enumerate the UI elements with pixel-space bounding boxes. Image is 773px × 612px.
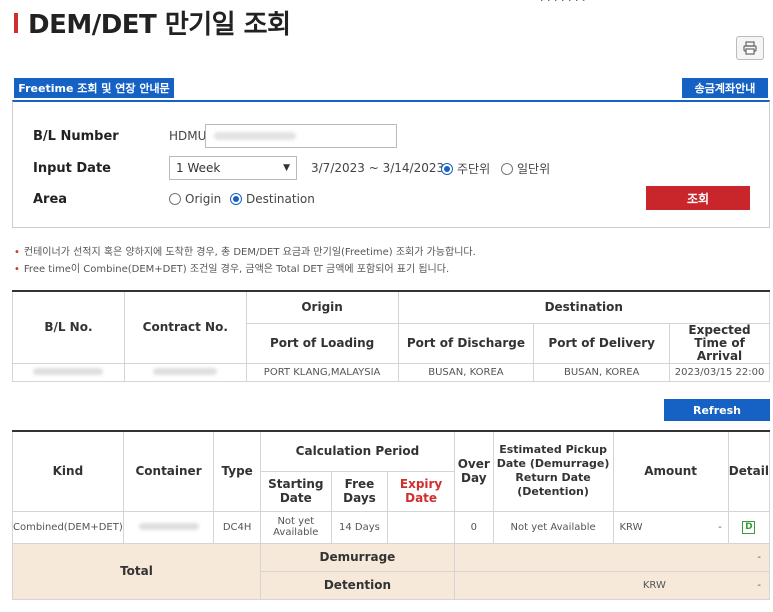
period-select-value: 1 Week [176,161,221,175]
page-header: DEM/DET 만기일 조회 [14,4,291,41]
eta-cell: 2023/03/15 22:00 [669,362,770,382]
input-date-label: Input Date [33,161,111,176]
col-eta: Expected Time of Arrival [669,322,770,364]
amount-cell: KRW - [612,510,729,544]
period-select[interactable]: 1 Week ▼ [169,156,297,180]
bl-number-label: B/L Number [33,129,119,144]
kind-cell: Combined(DEM+DET) [12,510,124,544]
del-cell: BUSAN, KOREA [533,362,671,382]
col-calculation-period: Calculation Period [259,430,455,472]
expiry-date-cell [387,510,455,544]
col-contract-no: Contract No. [123,290,247,364]
col-amount: Amount [612,430,729,512]
col-container: Container [122,430,215,512]
detail-icon[interactable]: D [742,520,756,534]
search-panel: B/L Number HDMU Input Date 1 Week ▼ 3/7/… [12,100,770,228]
date-range-text: 3/7/2023 ~ 3/14/2023 [311,161,445,175]
pol-cell: PORT KLANG,MALAYSIA [245,362,399,382]
notice-item: • 컨테이너가 선적지 혹은 양하지에 도착한 경우, 총 DEM/DET 요금과… [14,247,476,258]
detention-label: Detention [259,570,455,600]
over-day-cell: 0 [453,510,494,544]
col-destination: Destination [397,290,771,324]
detail-cell: D [727,510,771,544]
col-free-days: Free Days [330,470,389,512]
total-label: Total [12,542,261,600]
col-port-of-delivery: Port of Delivery [533,322,671,364]
origin-label: Origin [185,192,222,206]
free-days-cell: 14 Days [330,510,389,544]
origin-radio[interactable]: Origin [169,192,221,206]
radio-icon [169,193,181,205]
col-port-of-discharge: Port of Discharge [397,322,535,364]
bl-prefix: HDMU [169,129,207,143]
col-bl-no: B/L No. [12,290,125,364]
table-row[interactable]: PORT KLANG,MALAYSIA BUSAN, KOREA BUSAN, … [12,362,770,382]
demurrage-amount: - [453,542,771,572]
top-utility-text: · · · · · · · [540,0,586,7]
table-row[interactable]: Combined(DEM+DET) DC4H Not yet Available… [12,510,771,544]
col-pickup-return: Estimated Pickup Date (Demurrage) Return… [492,430,614,512]
title-marker [14,12,18,33]
page-title: DEM/DET 만기일 조회 [28,10,291,40]
col-over-day: Over Day [453,430,494,512]
redacted-value [214,132,296,140]
bank-account-button[interactable]: 송금계좌안내 [682,78,768,98]
destination-radio[interactable]: Destination [230,192,315,206]
bl-info-table: B/L No. Contract No. Origin Destination … [12,290,771,382]
notice-item: • Free time이 Combine(DEM+DET) 조건일 경우, 금액은… [14,264,450,275]
demurrage-label: Demurrage [259,542,455,572]
radio-selected-icon [441,162,453,175]
col-kind: Kind [12,430,124,512]
destination-label: Destination [246,192,315,206]
col-expiry-date: Expiry Date [387,470,455,512]
col-port-of-loading: Port of Loading [245,322,399,364]
freetime-guide-button[interactable]: Freetime 조회 및 연장 안내문 [14,78,174,98]
printer-icon [743,41,757,55]
radio-selected-icon [230,193,242,205]
daily-label: 일단위 [517,162,551,176]
bl-no-cell [12,362,125,382]
weekly-label: 주단위 [457,162,491,176]
contract-no-cell [123,362,247,382]
weekly-radio[interactable]: 주단위 [441,160,490,177]
starting-date-cell: Not yet Available [259,510,332,544]
refresh-button[interactable]: Refresh [664,399,770,421]
bl-number-input[interactable] [205,124,397,148]
col-starting-date: Starting Date [259,470,332,512]
radio-icon [501,162,513,175]
col-origin: Origin [245,290,399,324]
calculation-table: Kind Container Type Calculation Period O… [12,430,771,600]
container-cell [122,510,215,544]
notice-list: • 컨테이너가 선적지 혹은 양하지에 도착한 경우, 총 DEM/DET 요금과… [14,244,476,278]
pickup-return-cell: Not yet Available [492,510,614,544]
print-button[interactable] [736,36,764,60]
detention-amount: KRW - [453,570,771,600]
daily-radio[interactable]: 일단위 [501,160,550,177]
pod-cell: BUSAN, KOREA [397,362,535,382]
col-detail: Detail [727,430,771,512]
chevron-down-icon: ▼ [283,163,290,173]
search-button[interactable]: 조회 [646,186,750,210]
col-type: Type [213,430,261,512]
area-label: Area [33,192,68,207]
type-cell: DC4H [213,510,261,544]
